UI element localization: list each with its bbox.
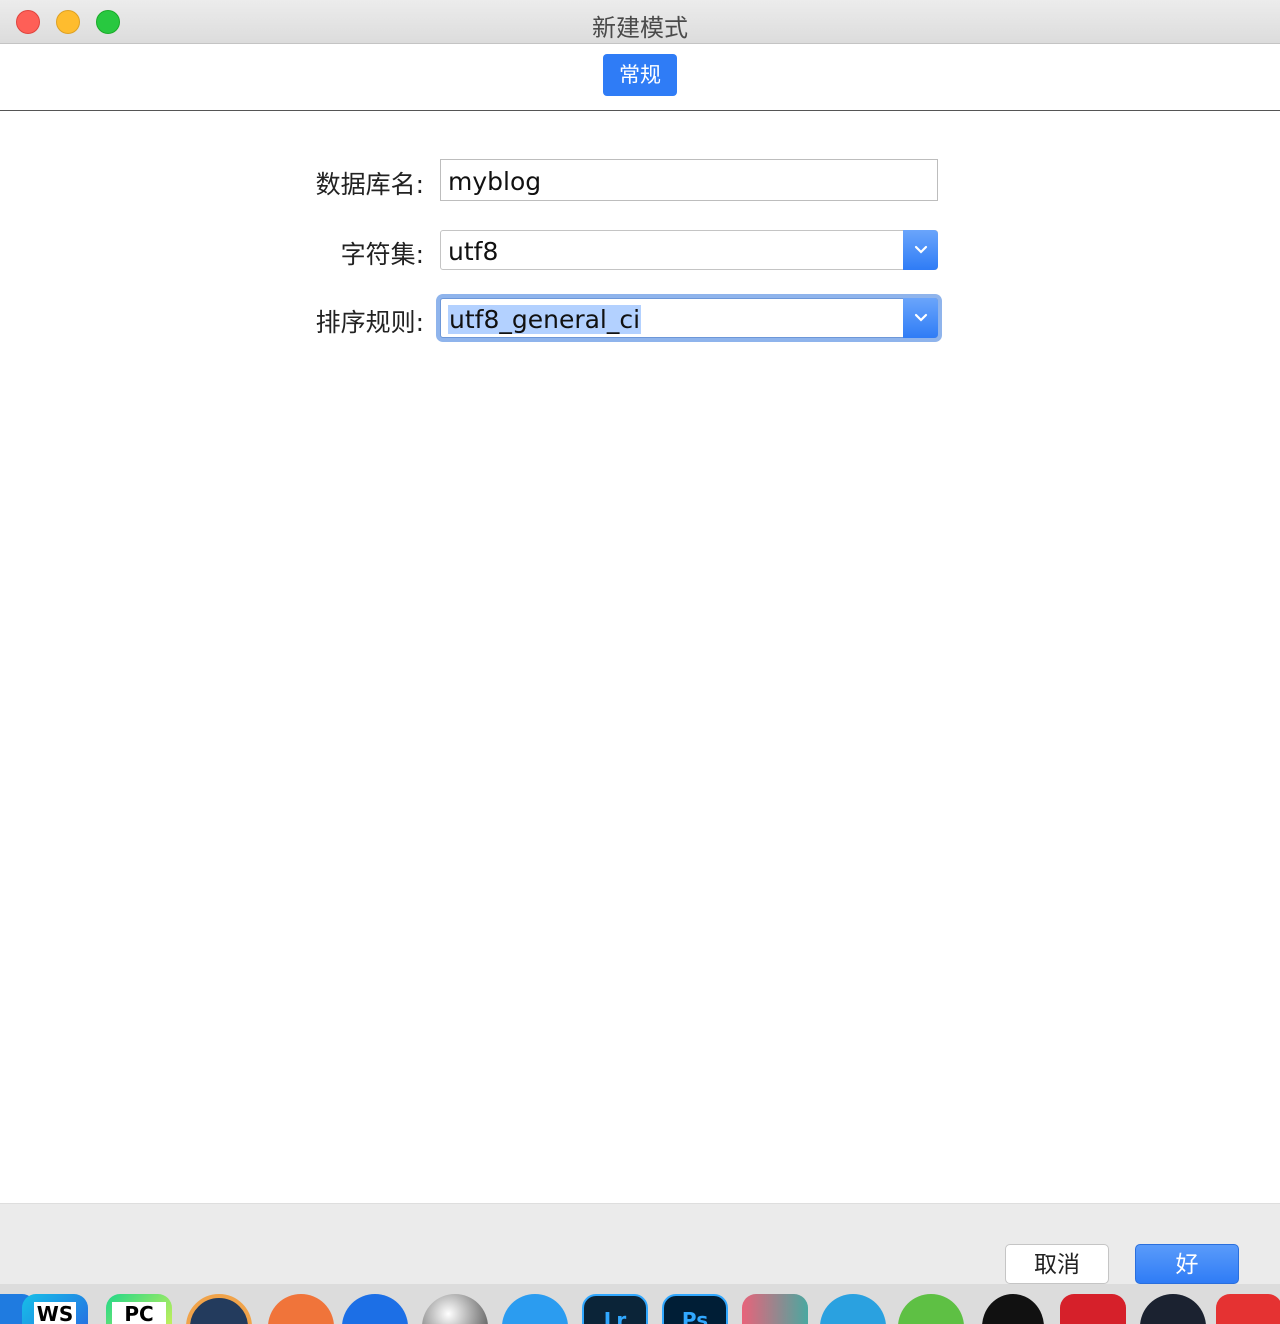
window-title: 新建模式 — [592, 14, 688, 42]
cancel-button[interactable]: 取消 — [1005, 1244, 1109, 1284]
tab-general[interactable]: 常规 — [603, 54, 677, 96]
photoshop-icon[interactable]: Ps — [662, 1294, 728, 1324]
app-icon[interactable] — [742, 1294, 808, 1324]
telegram-icon[interactable] — [820, 1294, 886, 1324]
youdao-icon[interactable] — [1216, 1294, 1280, 1324]
lightroom-label: Lr — [603, 1308, 627, 1324]
ok-button[interactable]: 好 — [1135, 1244, 1239, 1284]
webstorm-label: WS — [34, 1302, 76, 1324]
tab-bar: 常规 — [0, 44, 1280, 111]
wechat-icon[interactable] — [898, 1294, 964, 1324]
collation-label: 排序规则: — [315, 308, 424, 337]
app-icon[interactable] — [342, 1294, 408, 1324]
charset-label: 字符集: — [340, 240, 424, 269]
charset-select[interactable]: utf8 — [440, 230, 938, 270]
webstorm-icon[interactable]: WS — [22, 1294, 88, 1324]
postman-icon[interactable] — [268, 1294, 334, 1324]
photoshop-label: Ps — [681, 1308, 709, 1324]
app-icon[interactable] — [186, 1294, 252, 1324]
database-name-field[interactable]: myblog — [440, 159, 938, 201]
pycharm-icon[interactable]: PC — [106, 1294, 172, 1324]
collation-value: utf8_general_ci — [448, 305, 642, 334]
dock: WS PC Lr Ps — [0, 1284, 1280, 1324]
app-icon[interactable] — [502, 1294, 568, 1324]
chevron-down-icon[interactable] — [903, 298, 938, 338]
collation-select[interactable]: utf8_general_ci — [440, 298, 938, 338]
qq-icon[interactable] — [982, 1294, 1044, 1324]
netease-music-icon[interactable] — [1060, 1294, 1126, 1324]
pycharm-label: PC — [112, 1302, 166, 1324]
app-icon[interactable] — [1140, 1294, 1206, 1324]
dialog-button-bar: 取消 好 — [0, 1203, 1280, 1284]
cinema4d-icon[interactable] — [422, 1294, 488, 1324]
lightroom-icon[interactable]: Lr — [582, 1294, 648, 1324]
title-bar: 新建模式 — [0, 0, 1280, 44]
chevron-down-icon[interactable] — [903, 230, 938, 270]
charset-value: utf8 — [448, 237, 499, 266]
database-name-label: 数据库名: — [315, 170, 424, 199]
